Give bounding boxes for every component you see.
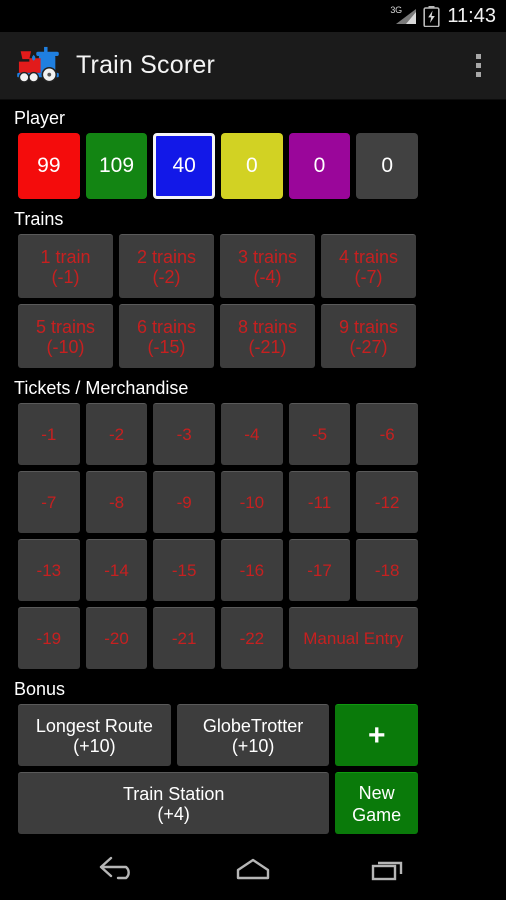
train-button-3-points: (-4): [253, 266, 282, 287]
ticket-button-15[interactable]: -15: [153, 539, 216, 601]
ticket-button-16[interactable]: -16: [221, 539, 283, 601]
train-button-4[interactable]: 4 trains (-7): [321, 234, 416, 298]
ticket-button-8[interactable]: -8: [85, 471, 148, 533]
player-button-4[interactable]: 0: [221, 133, 283, 199]
train-button-5-points: (-10): [46, 336, 85, 357]
ticket-button-11[interactable]: -11: [288, 471, 351, 533]
train-button-6-points: (-15): [147, 336, 186, 357]
train-button-2-name: 2 trains: [136, 246, 197, 267]
signal-3g-icon: 3G: [390, 5, 417, 26]
train-button-2-points: (-2): [152, 266, 181, 287]
train-button-2[interactable]: 2 trains (-2): [119, 234, 214, 298]
manual-entry-button[interactable]: Manual Entry: [288, 607, 418, 669]
ticket-button-1[interactable]: -1: [18, 403, 80, 465]
ticket-button-14[interactable]: -14: [85, 539, 148, 601]
train-button-8-points: (-21): [248, 336, 287, 357]
tickets-row-3: -13 -14 -15 -16 -17 -18: [0, 539, 506, 607]
longest-route-name: Longest Route: [35, 715, 153, 736]
globetrotter-button[interactable]: GlobeTrotter (+10): [176, 704, 330, 766]
train-button-9-points: (-27): [349, 336, 388, 357]
train-button-3-name: 3 trains: [237, 246, 298, 267]
ticket-button-22[interactable]: -22: [221, 607, 283, 669]
ticket-button-5[interactable]: -5: [288, 403, 351, 465]
overflow-menu-icon[interactable]: [458, 40, 498, 92]
train-button-9-name: 9 trains: [338, 316, 399, 337]
ticket-button-9[interactable]: -9: [153, 471, 216, 533]
new-game-line1: New: [358, 782, 395, 803]
ticket-button-21[interactable]: -21: [153, 607, 216, 669]
train-button-6[interactable]: 6 trains (-15): [119, 304, 214, 368]
ticket-button-6[interactable]: -6: [356, 403, 419, 465]
trains-row-2: 5 trains (-10) 6 trains (-15) 8 trains (…: [0, 304, 506, 374]
player-button-3[interactable]: 40: [153, 133, 216, 199]
home-icon[interactable]: [222, 846, 284, 892]
bonus-row-1: Longest Route (+10) GlobeTrotter (+10) +: [0, 704, 506, 772]
player-button-5[interactable]: 0: [288, 133, 351, 199]
main-content: Player 99 109 40 0 0 0 Trains 1 train (-…: [0, 100, 506, 840]
status-clock: 11:43: [447, 5, 496, 27]
battery-charging-icon: [423, 5, 441, 27]
page-title: Train Scorer: [76, 51, 216, 79]
player-score-2: 109: [98, 154, 135, 177]
ticket-button-13[interactable]: -13: [18, 539, 80, 601]
app-root: 3G 11:43 Train Scorer Player 99 109 40 0…: [0, 0, 506, 900]
train-station-button[interactable]: Train Station (+4): [18, 772, 330, 834]
android-nav-bar: [0, 838, 506, 900]
longest-route-button[interactable]: Longest Route (+10): [18, 704, 171, 766]
ticket-button-10[interactable]: -10: [221, 471, 283, 533]
train-button-4-name: 4 trains: [338, 246, 399, 267]
train-button-5[interactable]: 5 trains (-10): [18, 304, 113, 368]
train-button-4-points: (-7): [354, 266, 383, 287]
trains-row-1: 1 train (-1) 2 trains (-2) 3 trains (-4)…: [0, 234, 506, 304]
train-button-8-name: 8 trains: [237, 316, 298, 337]
train-button-1-points: (-1): [51, 266, 80, 287]
player-row: 99 109 40 0 0 0: [0, 133, 506, 205]
ticket-button-19[interactable]: -19: [18, 607, 80, 669]
ticket-button-17[interactable]: -17: [288, 539, 351, 601]
player-button-1[interactable]: 99: [18, 133, 80, 199]
ticket-button-12[interactable]: -12: [356, 471, 419, 533]
player-score-4: 0: [246, 154, 258, 177]
train-button-9[interactable]: 9 trains (-27): [321, 304, 416, 368]
add-points-button[interactable]: +: [335, 704, 418, 766]
ticket-button-7[interactable]: -7: [18, 471, 80, 533]
player-button-2[interactable]: 109: [85, 133, 148, 199]
player-score-6: 0: [381, 154, 394, 177]
ticket-button-20[interactable]: -20: [85, 607, 148, 669]
longest-route-points: (+10): [73, 735, 116, 756]
back-arrow-icon[interactable]: [87, 846, 149, 892]
ticket-button-4[interactable]: -4: [221, 403, 283, 465]
bonus-section-label: Bonus: [14, 679, 66, 699]
tickets-row-4: -19 -20 -21 -22 Manual Entry: [0, 607, 506, 675]
player-score-1: 99: [37, 154, 61, 177]
trains-section-label: Trains: [14, 209, 64, 229]
train-button-6-name: 6 trains: [136, 316, 197, 337]
recent-apps-icon[interactable]: [357, 846, 419, 892]
ticket-button-3[interactable]: -3: [153, 403, 216, 465]
train-button-1[interactable]: 1 train (-1): [18, 234, 113, 298]
train-button-5-name: 5 trains: [35, 316, 96, 337]
player-score-5: 0: [313, 154, 326, 177]
train-station-points: (+4): [157, 803, 190, 824]
train-button-3[interactable]: 3 trains (-4): [220, 234, 315, 298]
bonus-row-2: Train Station (+4) New Game: [0, 772, 506, 840]
train-station-name: Train Station: [122, 783, 225, 804]
new-game-button[interactable]: New Game: [335, 772, 418, 834]
globetrotter-name: GlobeTrotter: [202, 715, 304, 736]
tickets-row-1: -1 -2 -3 -4 -5 -6: [0, 403, 506, 471]
status-bar: 3G 11:43: [0, 0, 506, 32]
ticket-button-2[interactable]: -2: [85, 403, 148, 465]
globetrotter-points: (+10): [231, 735, 275, 756]
tickets-row-2: -7 -8 -9 -10 -11 -12: [0, 471, 506, 539]
player-score-3: 40: [172, 154, 196, 177]
action-bar: Train Scorer: [0, 32, 506, 100]
ticket-button-18[interactable]: -18: [356, 539, 419, 601]
player-section-label: Player: [14, 108, 66, 128]
train-logo-icon: [17, 46, 59, 83]
train-button-1-name: 1 train: [40, 246, 91, 267]
train-button-8[interactable]: 8 trains (-21): [220, 304, 315, 368]
player-button-6[interactable]: 0: [356, 133, 419, 199]
tickets-section-label: Tickets / Merchandise: [14, 378, 189, 398]
new-game-line2: Game: [352, 804, 402, 825]
